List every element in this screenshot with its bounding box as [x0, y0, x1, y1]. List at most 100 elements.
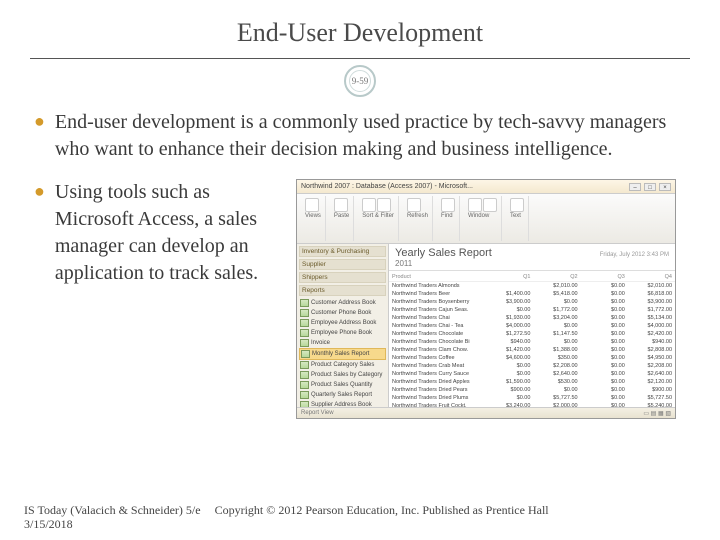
nav-item-label: Product Sales Quantity: [311, 382, 372, 388]
table-cell: $2,208.00: [533, 362, 580, 370]
table-cell: $1,272.50: [486, 330, 533, 338]
report-icon: [300, 319, 309, 327]
table-cell: Northwind Traders Dried Pears: [389, 386, 486, 394]
nav-item-label: Product Sales by Category: [311, 372, 382, 378]
table-cell: Northwind Traders Dried Apples: [389, 378, 486, 386]
table-row: Northwind Traders Boysenberry$3,900.00$0…: [389, 298, 675, 306]
table-row: Northwind Traders Chai - Tea$4,000.00$0.…: [389, 322, 675, 330]
nav-item: Product Sales by Category: [299, 370, 386, 380]
report-icon: [300, 339, 309, 347]
report-pane: Yearly Sales Report Friday, July 2012 3:…: [389, 244, 675, 407]
report-year: 2011: [389, 259, 675, 271]
table-cell: $4,000.00: [628, 322, 675, 330]
table-cell: $1,772.00: [533, 306, 580, 314]
maximize-icon: □: [644, 183, 656, 191]
table-cell: Northwind Traders Coffee: [389, 354, 486, 362]
table-cell: $5,727.50: [533, 394, 580, 402]
column-header: Q3: [581, 273, 628, 282]
table-cell: $2,640.00: [533, 370, 580, 378]
table-cell: $0.00: [581, 346, 628, 354]
bullet-icon: ●: [34, 179, 45, 287]
nav-item: Monthly Sales Report: [299, 348, 386, 360]
table-cell: [486, 282, 533, 291]
table-cell: $0.00: [581, 394, 628, 402]
table-cell: $2,010.00: [533, 282, 580, 291]
report-icon: [300, 381, 309, 389]
table-cell: $1,590.00: [486, 378, 533, 386]
footer: IS Today (Valacich & Schneider) 5/e 3/15…: [24, 503, 549, 532]
table-cell: $350.00: [533, 354, 580, 362]
table-cell: $0.00: [581, 282, 628, 291]
table-cell: $0.00: [486, 306, 533, 314]
page-number: 9-59: [352, 76, 369, 86]
window-title: Northwind 2007 : Database (Access 2007) …: [301, 183, 473, 190]
table-cell: Northwind Traders Boysenberry: [389, 298, 486, 306]
table-cell: $0.00: [533, 386, 580, 394]
nav-item: Employee Phone Book: [299, 328, 386, 338]
table-cell: Northwind Traders Crab Meat: [389, 362, 486, 370]
table-cell: $4,600.00: [486, 354, 533, 362]
nav-header: Supplier: [299, 259, 386, 270]
column-header: Q4: [628, 273, 675, 282]
table-cell: $5,134.00: [628, 314, 675, 322]
table-cell: $2,808.00: [628, 346, 675, 354]
table-cell: $5,727.50: [628, 394, 675, 402]
table-row: Northwind Traders Cajun Seas.$0.00$1,772…: [389, 306, 675, 314]
report-date: Friday, July 2012 3:43 PM: [600, 252, 669, 258]
table-cell: $0.00: [486, 370, 533, 378]
table-cell: $0.00: [581, 322, 628, 330]
nav-item-label: Monthly Sales Report: [312, 351, 369, 357]
nav-item-label: Invoice: [311, 340, 330, 346]
table-cell: $0.00: [533, 338, 580, 346]
table-row: Northwind Traders Dried Pears$900.00$0.0…: [389, 386, 675, 394]
nav-item: Quarterly Sales Report: [299, 390, 386, 400]
table-cell: Northwind Traders Clam Chow.: [389, 346, 486, 354]
table-cell: $0.00: [581, 314, 628, 322]
table-cell: $1,147.50: [533, 330, 580, 338]
nav-item-label: Customer Address Book: [311, 300, 376, 306]
table-cell: $2,010.00: [628, 282, 675, 291]
table-row: Northwind Traders Dried Apples$1,590.00$…: [389, 378, 675, 386]
table-cell: $2,640.00: [628, 370, 675, 378]
table-cell: $1,388.00: [533, 346, 580, 354]
report-icon: [301, 350, 310, 358]
table-cell: $0.00: [533, 322, 580, 330]
table-cell: $0.00: [486, 362, 533, 370]
column-header: Q1: [486, 273, 533, 282]
table-cell: $2,208.00: [628, 362, 675, 370]
window-buttons: – □ ×: [628, 183, 671, 191]
report-icon: [300, 309, 309, 317]
nav-header: Reports: [299, 285, 386, 296]
nav-header: Inventory & Purchasing: [299, 246, 386, 257]
table-cell: Northwind Traders Dried Plums: [389, 394, 486, 402]
table-cell: $2,420.00: [628, 330, 675, 338]
report-icon: [300, 329, 309, 337]
nav-item-label: Quarterly Sales Report: [311, 392, 372, 398]
table-cell: $0.00: [581, 298, 628, 306]
table-cell: $4,000.00: [486, 322, 533, 330]
table-cell: $1,930.00: [486, 314, 533, 322]
table-row: Northwind Traders Dried Plums $0.00$5,727…: [389, 394, 675, 402]
page-number-badge: 9-59: [344, 65, 376, 97]
table-row: Northwind Traders Crab Meat$0.00$2,208.0…: [389, 362, 675, 370]
footer-copyright: Copyright © 2012 Pearson Education, Inc.…: [215, 503, 549, 518]
table-cell: $940.00: [628, 338, 675, 346]
table-cell: $5,418.00: [533, 290, 580, 298]
divider: [30, 58, 690, 59]
column-header: Product: [389, 273, 486, 282]
ribbon: Views Paste Sort & Filter Refresh Find W…: [297, 194, 675, 244]
table-cell: $0.00: [581, 290, 628, 298]
bullet-icon: ●: [34, 109, 45, 163]
nav-item: Product Sales Quantity: [299, 380, 386, 390]
close-icon: ×: [659, 183, 671, 191]
nav-pane: Inventory & Purchasing Supplier Shippers…: [297, 244, 389, 407]
table-cell: $0.00: [581, 338, 628, 346]
table-cell: $1,400.00: [486, 290, 533, 298]
nav-item: Customer Address Book: [299, 298, 386, 308]
table-row: Northwind Traders Chocolate Bi$940.00$0.…: [389, 338, 675, 346]
report-icon: [300, 371, 309, 379]
access-screenshot: Northwind 2007 : Database (Access 2007) …: [296, 179, 676, 419]
status-bar: Report View ▭ ▤ ▦ ▧: [297, 407, 675, 418]
table-row: Northwind Traders Chocolate$1,272.50$1,1…: [389, 330, 675, 338]
minimize-icon: –: [629, 183, 641, 191]
